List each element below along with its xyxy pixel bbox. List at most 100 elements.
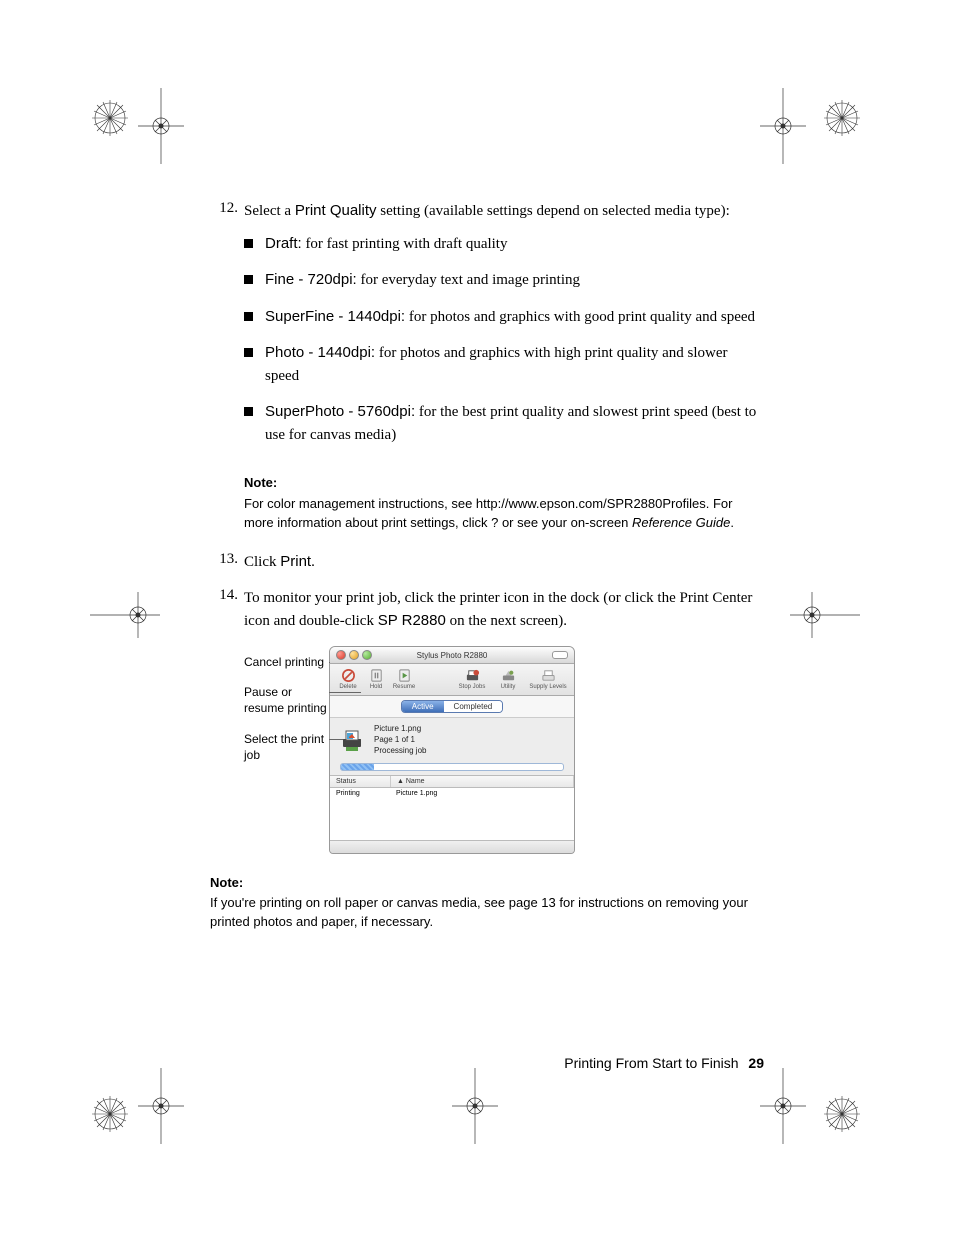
window-toolbar: Delete Hold Resume Stop Jobs — [330, 664, 574, 696]
bullet-icon — [244, 239, 253, 248]
progress-bar — [340, 763, 564, 771]
segmented-control: Active Completed — [401, 700, 503, 713]
list-item: Photo - 1440dpi: for photos and graphics… — [244, 342, 764, 387]
callout-text: Pause or resume printing — [244, 685, 327, 715]
list-item: Draft: for fast printing with draft qual… — [244, 233, 764, 256]
step-12: 12. Select a Print Quality setting (avai… — [210, 200, 764, 460]
text: on the next screen). — [446, 613, 567, 629]
window-footer — [330, 840, 574, 853]
stop-jobs-button[interactable]: Stop Jobs — [456, 668, 488, 691]
text: . — [730, 515, 734, 530]
leader-line-icon — [329, 692, 361, 693]
option-label: Draft: — [265, 235, 302, 252]
toolbar-right-group: Stop Jobs Utility Supply Levels — [456, 668, 568, 691]
crop-mark-icon — [90, 592, 160, 638]
delete-button[interactable]: Delete — [336, 668, 360, 691]
note-title: Note: — [210, 874, 764, 893]
option-label: Fine - 720dpi: — [265, 271, 357, 288]
window-titlebar[interactable]: Stylus Photo R2880 — [330, 647, 574, 664]
option-desc: for everyday text and image printing — [357, 272, 580, 288]
utility-icon — [501, 668, 516, 683]
print-queue-window: Stylus Photo R2880 Delete Hold Resume — [329, 646, 575, 854]
registration-mark-icon — [92, 100, 128, 136]
column-name[interactable]: ▲ Name — [391, 776, 574, 787]
footer-label: Printing From Start to Finish — [564, 1055, 738, 1071]
crop-mark-icon — [760, 88, 806, 164]
note-block: Note: If you're printing on roll paper o… — [210, 874, 764, 933]
page-footer: Printing From Start to Finish 29 — [564, 1055, 764, 1071]
supply-levels-button[interactable]: Supply Levels — [528, 668, 568, 691]
step-body: Click Print. — [244, 551, 764, 574]
label: Name — [406, 778, 425, 785]
figure-area: Cancel printing Pause or resume printing… — [244, 646, 764, 854]
note-body: If you're printing on roll paper or canv… — [210, 894, 764, 932]
text: or see your on-screen — [498, 515, 632, 530]
reference-guide-italic: Reference Guide — [632, 515, 730, 530]
label: Resume — [393, 684, 415, 691]
step-14: 14. To monitor your print job, click the… — [210, 587, 764, 632]
label: Supply Levels — [529, 684, 566, 691]
list-item: SuperPhoto - 5760dpi: for the best print… — [244, 401, 764, 446]
option-desc: for photos and graphics with good print … — [405, 309, 755, 325]
job-status: Processing job — [374, 746, 426, 755]
print-label: Print — [280, 553, 311, 570]
step-number: 12. — [210, 200, 244, 460]
list-item: Fine - 720dpi: for everyday text and ima… — [244, 269, 764, 292]
crop-mark-icon — [452, 1068, 498, 1144]
registration-mark-icon — [824, 100, 860, 136]
note-body: For color management instructions, see h… — [244, 495, 764, 533]
note-title: Note: — [244, 474, 764, 493]
label: Hold — [370, 684, 382, 691]
job-list-header: Status ▲ Name — [330, 775, 574, 788]
progress-fill — [341, 764, 374, 770]
option-label: SuperPhoto - 5760dpi: — [265, 403, 415, 420]
label: Delete — [339, 684, 356, 691]
print-quality-label: Print Quality — [295, 202, 377, 219]
column-status[interactable]: Status — [330, 776, 391, 787]
tab-active[interactable]: Active — [402, 701, 444, 712]
step-number: 13. — [210, 551, 244, 574]
resume-icon — [397, 668, 412, 683]
hold-icon — [369, 668, 384, 683]
registration-mark-icon — [92, 1096, 128, 1132]
tab-row: Active Completed — [330, 696, 574, 718]
job-info-panel: Picture 1.png Page 1 of 1 Processing job — [330, 718, 574, 763]
cell-name: Picture 1.png — [390, 788, 574, 799]
callout-select: Select the print job — [244, 731, 329, 763]
crop-mark-icon — [138, 1068, 184, 1144]
crop-mark-icon — [790, 592, 860, 638]
crop-mark-icon — [760, 1068, 806, 1144]
job-page: Page 1 of 1 — [374, 735, 426, 744]
tab-completed[interactable]: Completed — [444, 701, 503, 712]
utility-button[interactable]: Utility — [496, 668, 520, 691]
quality-options-list: Draft: for fast printing with draft qual… — [244, 233, 764, 447]
step-number: 14. — [210, 587, 244, 632]
step-body: To monitor your print job, click the pri… — [244, 587, 764, 632]
cell-status: Printing — [330, 788, 390, 799]
callout-pause: Pause or resume printing — [244, 684, 329, 716]
option-label: SuperFine - 1440dpi: — [265, 308, 405, 325]
figure-callouts: Cancel printing Pause or resume printing… — [244, 646, 329, 854]
bullet-icon — [244, 312, 253, 321]
table-row[interactable]: Printing Picture 1.png — [330, 788, 574, 799]
label: Utility — [501, 684, 516, 691]
registration-mark-icon — [824, 1096, 860, 1132]
label: Stop Jobs — [459, 684, 486, 691]
page-content: 12. Select a Print Quality setting (avai… — [0, 0, 954, 1100]
option-label: Photo - 1440dpi: — [265, 344, 375, 361]
text: Click — [244, 554, 280, 570]
resume-button[interactable]: Resume — [392, 668, 416, 691]
option-desc: for fast printing with draft quality — [302, 236, 508, 252]
bullet-icon — [244, 407, 253, 416]
step-body: Select a Print Quality setting (availabl… — [244, 200, 764, 460]
toolbar-left-group: Delete Hold Resume — [336, 668, 416, 691]
supply-levels-icon — [541, 668, 556, 683]
text: Select a — [244, 203, 295, 219]
callout-text: Cancel printing — [244, 655, 324, 669]
job-list-body[interactable]: Printing Picture 1.png — [330, 788, 574, 840]
note-block: Note: For color management instructions,… — [244, 474, 764, 533]
hold-button[interactable]: Hold — [364, 668, 388, 691]
bullet-icon — [244, 348, 253, 357]
callout-text: Select the print job — [244, 732, 324, 762]
sp-r2880-label: SP R2880 — [378, 612, 446, 629]
